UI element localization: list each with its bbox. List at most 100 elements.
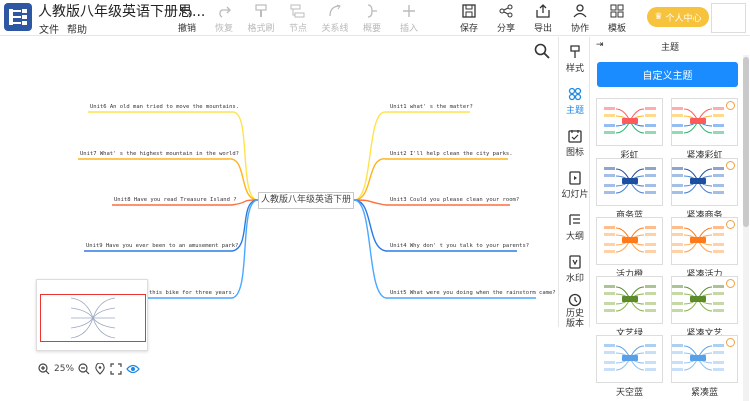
insert-button[interactable]: 插入 <box>392 3 426 34</box>
mindmap-canvas[interactable]: 人教版八年级英语下册 Unit6 An old man tried to mov… <box>0 37 558 401</box>
summary-button[interactable]: 概要 <box>355 3 389 34</box>
mindmap-node-left-1[interactable]: Unit6 An old man tried to move the mount… <box>90 104 239 110</box>
outline-icon <box>569 214 580 225</box>
theme-card[interactable] <box>596 217 663 265</box>
format-brush-icon <box>255 4 267 17</box>
tab-style[interactable]: 样式 <box>559 45 591 74</box>
save-button[interactable]: 保存 <box>452 3 486 34</box>
zoom-level: 25% <box>54 364 75 374</box>
mindmap-node-right-3[interactable]: Unit3 Could you please clean your room? <box>390 197 519 203</box>
collaborate-label: 协作 <box>570 24 589 34</box>
mindmap-node-left-2[interactable]: Unit7 What' s the highest mountain in th… <box>80 151 239 157</box>
redo-button[interactable]: 恢复 <box>207 3 241 34</box>
search-icon[interactable] <box>534 43 550 59</box>
zoom-in-icon[interactable] <box>38 363 50 375</box>
mindmap-node-left-3[interactable]: Unit8 Have you read Treasure Island ? <box>114 197 237 203</box>
tab-watermark-label: 水印 <box>565 274 584 284</box>
tab-outline-label: 大纲 <box>565 232 584 242</box>
mindmap-node-right-4[interactable]: Unit4 Why don' t you talk to your parent… <box>390 243 529 249</box>
theme-preview <box>604 226 656 253</box>
mindmap-node-right-5[interactable]: Unit5 What were you doing when the rains… <box>390 290 556 296</box>
theme-preview <box>604 107 656 134</box>
mindmap-root-node[interactable]: 人教版八年级英语下册 <box>258 192 354 209</box>
locate-icon[interactable] <box>94 363 106 375</box>
tab-theme[interactable]: 主题 <box>559 87 591 116</box>
redo-label: 恢复 <box>214 24 233 34</box>
tab-watermark[interactable]: 水印 <box>559 255 591 284</box>
history-icon <box>568 293 582 307</box>
menu-help[interactable]: 帮助 <box>67 21 87 36</box>
export-icon <box>536 4 550 18</box>
panel-scrollbar-thumb[interactable] <box>743 57 749 227</box>
fit-screen-icon[interactable] <box>110 363 122 375</box>
template-button[interactable]: 模板 <box>600 3 634 34</box>
save-icon <box>462 4 476 18</box>
mindmap-branch-left <box>78 158 259 201</box>
theme-card[interactable] <box>596 98 663 146</box>
custom-theme-button[interactable]: 自定义主题 <box>597 62 738 87</box>
node-button[interactable]: 节点 <box>281 3 315 34</box>
undo-button[interactable]: 撤销 <box>170 3 204 34</box>
panel-header: 主题 ⇥ <box>590 37 750 55</box>
app-logo-icon[interactable] <box>4 3 32 31</box>
tab-slides[interactable]: 幻灯片 <box>559 171 591 200</box>
top-bar: 人教版八年级英语下册思... 文件 帮助 撤销 恢复 格式刷 节点 关系线 概要… <box>0 0 750 36</box>
tab-slides-label: 幻灯片 <box>561 190 589 200</box>
tab-style-label: 样式 <box>565 64 584 74</box>
mindmap-node-left-4[interactable]: Unit9 Have you ever been to an amusement… <box>86 243 238 249</box>
theme-preview <box>604 285 656 312</box>
theme-preview <box>604 167 656 194</box>
undo-icon <box>180 6 192 18</box>
summary-label: 概要 <box>362 24 381 34</box>
style-icon <box>570 45 580 58</box>
save-label: 保存 <box>459 24 478 34</box>
collapse-panel-icon[interactable]: ⇥ <box>596 40 604 50</box>
zoom-controls: 25% <box>38 361 140 377</box>
eye-icon[interactable] <box>126 363 140 375</box>
share-button[interactable]: 分享 <box>489 3 523 34</box>
collaborate-icon <box>573 4 587 18</box>
tab-history-label: 历史版本 <box>566 309 585 329</box>
calendar-icon <box>568 130 582 143</box>
theme-name: 紧凑蓝 <box>690 388 718 398</box>
relation-line-icon <box>329 4 341 17</box>
tab-history[interactable]: 历史版本 <box>559 293 591 329</box>
theme-card[interactable] <box>671 335 738 383</box>
avatar[interactable] <box>711 3 746 33</box>
redo-icon <box>219 6 231 18</box>
relation-line-label: 关系线 <box>321 24 349 34</box>
export-label: 导出 <box>533 24 552 34</box>
vip-center-label: 个人中心 <box>665 13 702 24</box>
watermark-icon <box>569 255 581 269</box>
theme-card[interactable] <box>671 217 738 265</box>
share-icon <box>499 4 513 18</box>
theme-card[interactable] <box>671 158 738 206</box>
menu-file[interactable]: 文件 <box>39 21 59 36</box>
side-tabs: 样式 主题 图标 幻灯片 大纲 水印 历史版本 <box>558 37 591 329</box>
mindmap-branch-right <box>353 158 508 201</box>
zoom-out-icon[interactable] <box>78 363 90 375</box>
tab-outline[interactable]: 大纲 <box>559 213 591 242</box>
export-button[interactable]: 导出 <box>526 3 560 34</box>
panel-title: 主题 <box>660 43 679 53</box>
vip-center-button[interactable]: ♛ 个人中心 <box>647 7 709 27</box>
panel-scrollbar[interactable] <box>743 55 749 401</box>
mindmap-node-right-2[interactable]: Unit2 I'll help clean the city parks. <box>390 151 513 157</box>
node-icon <box>290 4 305 18</box>
tab-icons[interactable]: 图标 <box>559 129 591 158</box>
collaborate-button[interactable]: 协作 <box>563 3 597 34</box>
theme-card[interactable] <box>596 335 663 383</box>
theme-card[interactable] <box>596 276 663 324</box>
template-icon <box>610 4 624 18</box>
relation-line-button[interactable]: 关系线 <box>318 3 352 34</box>
format-brush-button[interactable]: 格式刷 <box>244 3 278 34</box>
insert-label: 插入 <box>399 24 418 34</box>
undo-label: 撤销 <box>177 24 196 34</box>
mindmap-node-right-1[interactable]: Unit1 what' s the matter? <box>390 104 473 110</box>
format-brush-label: 格式刷 <box>247 24 275 34</box>
minimap[interactable] <box>36 279 148 351</box>
theme-card[interactable] <box>671 276 738 324</box>
theme-card[interactable] <box>596 158 663 206</box>
minimap-viewport[interactable] <box>40 294 146 342</box>
theme-card[interactable] <box>671 98 738 146</box>
